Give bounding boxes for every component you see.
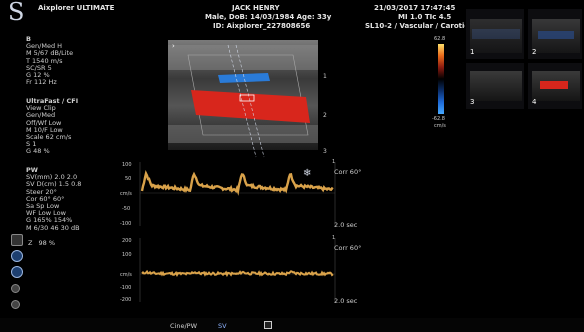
- patient-id: ID: Aixplorer_227808656: [213, 22, 311, 30]
- orientation-marker: ›: [172, 42, 175, 50]
- power-icon[interactable]: [11, 300, 20, 309]
- datetime: 21/03/2017 17:47:45: [374, 4, 456, 12]
- colorbar-unit: cm/s: [434, 123, 446, 129]
- trace-marker: 1: [332, 235, 335, 241]
- bottom-bar: [0, 318, 584, 332]
- probe-preset: SL10-2 / Vascular / Carotid: [365, 22, 470, 30]
- thumbnail-4[interactable]: 4: [527, 62, 583, 110]
- cine-pw-label[interactable]: Cine/PW: [170, 322, 197, 330]
- thumbnail-number: 1: [470, 48, 475, 56]
- doppler1-scale: 2.0 sec: [334, 221, 358, 229]
- velocity-colorbar: [438, 44, 444, 114]
- depth-tick: 2: [323, 112, 327, 119]
- probe-icon[interactable]: [11, 234, 23, 246]
- trace-marker: 1: [332, 159, 335, 165]
- y-tick: 200: [122, 238, 132, 244]
- y-tick: 100: [122, 162, 132, 168]
- thumbnail-1[interactable]: 1: [465, 8, 525, 60]
- thumbnail-2[interactable]: 2: [527, 8, 583, 60]
- doppler1-corr: Corr 60°: [334, 168, 362, 176]
- cursor-icon[interactable]: [264, 321, 272, 329]
- brand-name: Aixplorer ULTIMATE: [38, 4, 115, 12]
- zoom-value: 98 %: [38, 239, 56, 247]
- patient-info: Male, DoB: 14/03/1984 Age: 33y: [205, 13, 332, 21]
- thumbnail-3[interactable]: 3: [465, 62, 525, 110]
- settings-icon[interactable]: [11, 250, 23, 262]
- nav-arrow-icon[interactable]: [11, 284, 20, 293]
- zoom-label: Z: [28, 239, 33, 247]
- sv-label[interactable]: SV: [218, 322, 227, 330]
- depth-tick: 1: [323, 73, 327, 80]
- thumbnail-number: 2: [532, 48, 537, 56]
- y-tick: 100: [122, 252, 132, 258]
- colorbar-bottom-label: -62.8: [432, 116, 445, 122]
- patient-name: JACK HENRY: [232, 4, 280, 12]
- doppler-spectrum-1[interactable]: 100 50 cm/s -50 -100 ❄ 1: [120, 158, 360, 230]
- pw-params: PW SV(mm) 2.0 2.0 SV D(cm) 1.5 0.8 Steer…: [26, 166, 81, 232]
- thumbnail-number: 4: [532, 98, 537, 106]
- y-tick: cm/s: [120, 272, 132, 278]
- y-tick: -100: [120, 285, 131, 291]
- y-tick: -50: [122, 206, 130, 212]
- bmode-params: B Gen/Med H M 5/67 dB/Lite T 1540 m/s SC…: [26, 35, 73, 87]
- cfi-params: UltraFast / CFI View Clip Gen/Med Off/Wf…: [26, 97, 78, 156]
- colorbar-top-label: 62.8: [434, 36, 446, 42]
- depth-tick: 3: [323, 148, 327, 155]
- cfi-line: G 48 %: [26, 147, 50, 156]
- y-tick: -200: [120, 297, 131, 303]
- y-tick: 50: [125, 176, 131, 182]
- doppler-waveform-2: [141, 269, 334, 278]
- pw-line: M 6/30 46 30 dB: [26, 223, 80, 232]
- close-icon[interactable]: [11, 266, 23, 278]
- zoom-readout: Z 98 %: [28, 239, 56, 247]
- y-tick: -100: [120, 221, 131, 227]
- doppler2-scale: 2.0 sec: [334, 297, 358, 305]
- supersonic-logo-icon: S: [8, 0, 25, 26]
- bmode-cfi-image[interactable]: 1 2 3 ›: [158, 35, 343, 160]
- tissue-layer-top: [168, 45, 318, 70]
- doppler2-corr: Corr 60°: [334, 244, 362, 252]
- bmode-line: Fr 112 Hz: [26, 78, 57, 87]
- tissue-layer-bottom: [168, 125, 318, 143]
- mi-tic-readout: MI 1.0 TIc 4.5: [398, 13, 452, 21]
- thumbnail-number: 3: [470, 98, 475, 106]
- y-tick: cm/s: [120, 191, 132, 197]
- snowflake-freeze-icon[interactable]: ❄: [303, 168, 311, 179]
- doppler-spectrum-2[interactable]: 200 100 cm/s -100 -200 1: [120, 234, 360, 306]
